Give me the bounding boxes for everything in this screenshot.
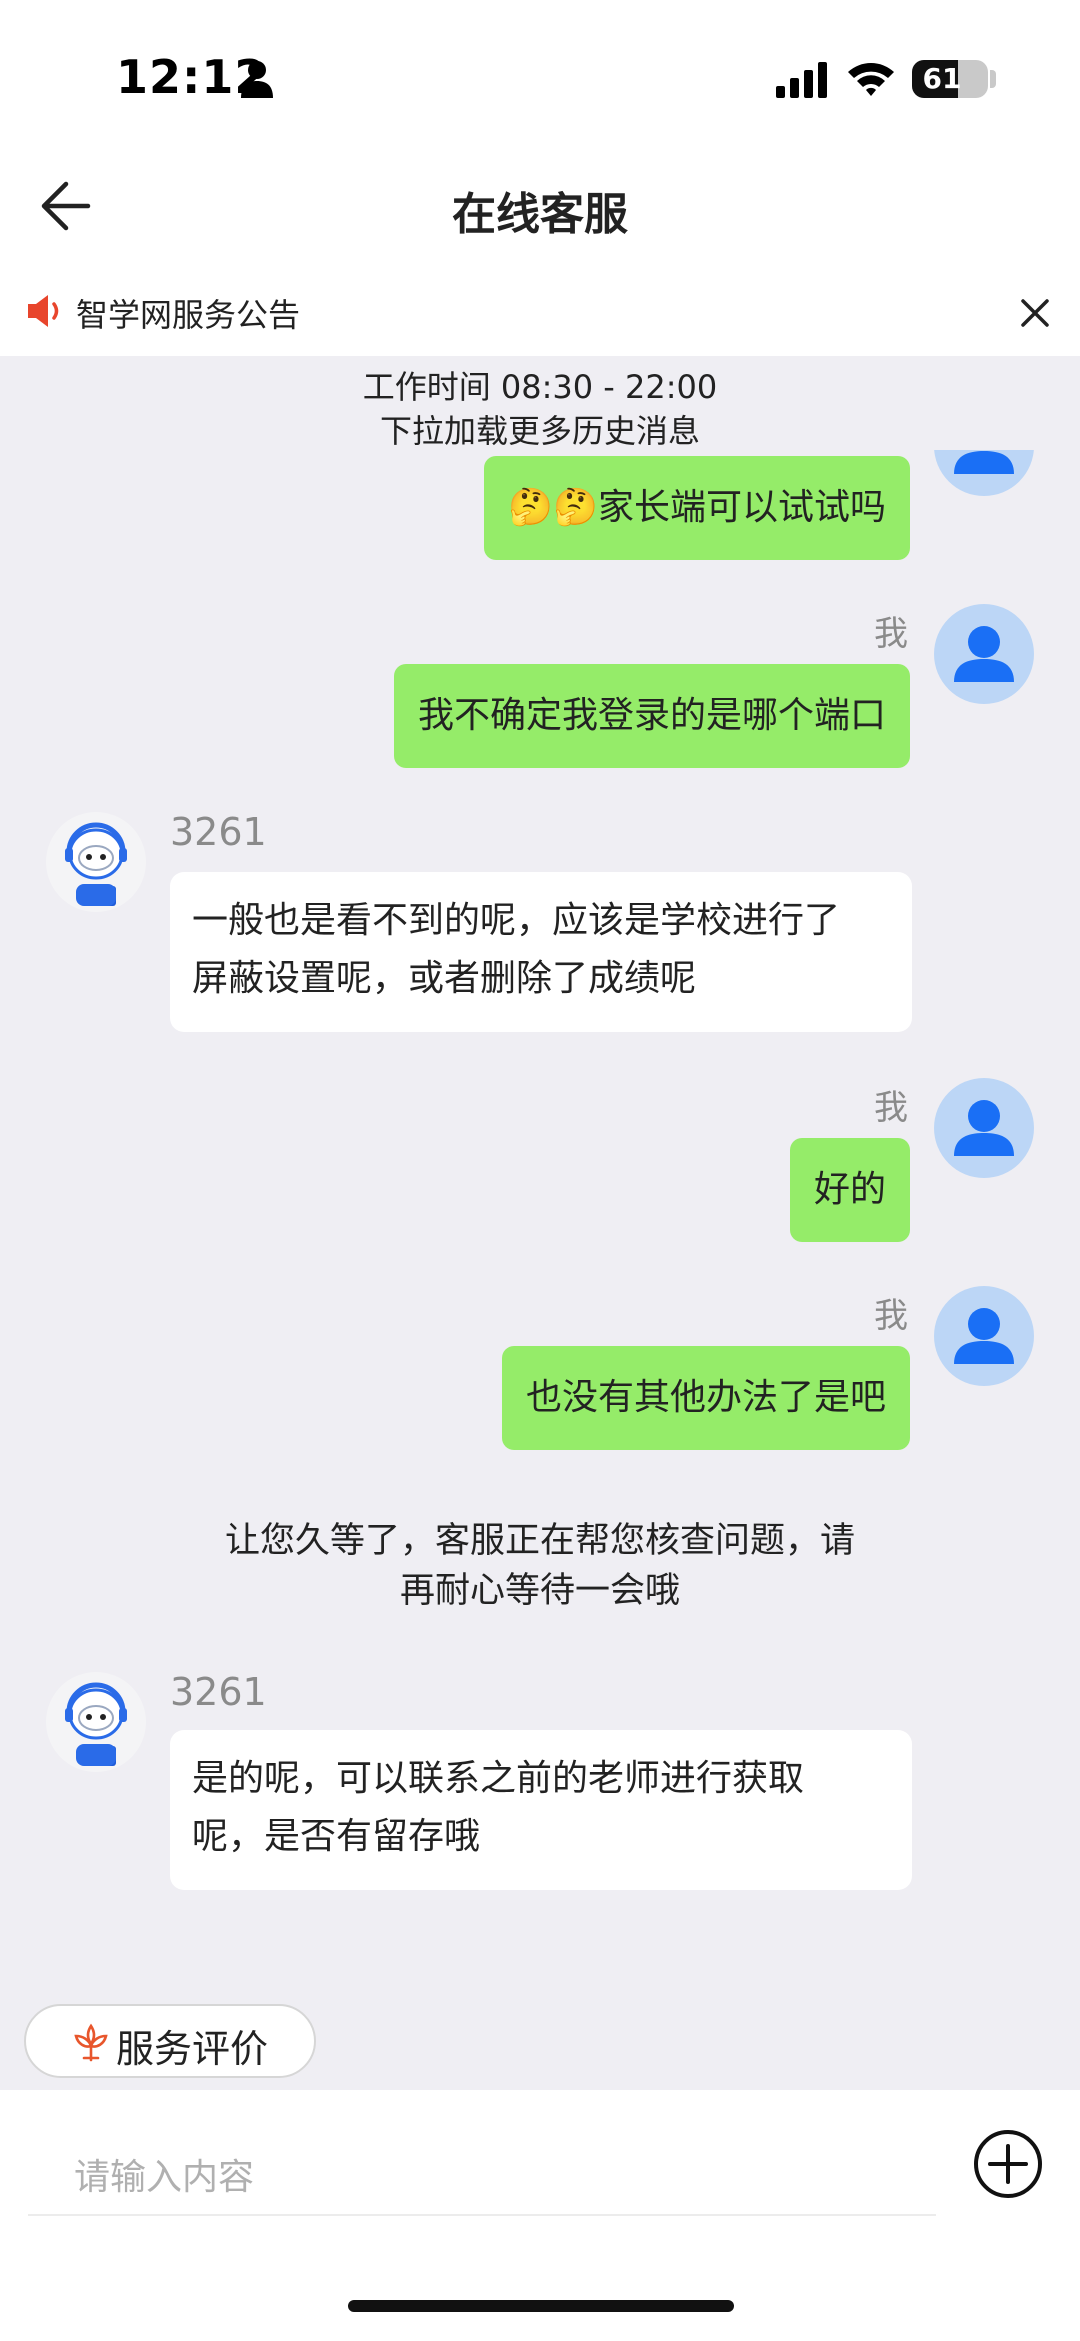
system-notice-line: 再耐心等待一会哦 (399, 1571, 680, 1611)
message-bubble[interactable]: 是的呢，可以联系之前的老师进行获取 呢，是否有留存哦 (170, 1730, 912, 1890)
notice-bar[interactable]: 智学网服务公告 (0, 270, 1080, 356)
robot-agent-icon (46, 1672, 146, 1772)
avatar (934, 1078, 1034, 1178)
speaker-icon (28, 295, 59, 327)
message-bubble[interactable]: 好的 (789, 1138, 910, 1242)
battery-icon: 61 (912, 60, 988, 98)
nav-bar: 在线客服 (0, 150, 1080, 270)
service-rating-label: 服务评价 (116, 2027, 269, 2071)
user-avatar-icon (934, 604, 1034, 704)
message-input[interactable]: 请输入内容 (28, 2096, 936, 2216)
home-indicator[interactable] (348, 2300, 734, 2312)
message-line: 一般也是看不到的呢，应该是学校进行了 (192, 900, 841, 941)
person-icon (241, 61, 273, 98)
sender-name: 我 (874, 614, 908, 654)
sender-name: 3261 (170, 1670, 267, 1714)
message-bubble[interactable]: 一般也是看不到的呢，应该是学校进行了 屏蔽设置呢，或者删除了成绩呢 (170, 872, 912, 1032)
battery-cap (990, 70, 996, 88)
flower-icon (74, 2023, 108, 2062)
robot-agent-icon (46, 812, 146, 912)
status-bar: 12:12 61 (0, 0, 1080, 150)
sender-name: 我 (874, 1296, 908, 1336)
avatar (934, 450, 1034, 496)
battery-level: 61 (922, 62, 962, 95)
signal-icon (776, 62, 827, 98)
load-history-text[interactable]: 下拉加载更多历史消息 (0, 406, 1080, 452)
avatar (934, 604, 1034, 704)
message-line: 屏蔽设置呢，或者删除了成绩呢 (192, 958, 697, 999)
avatar (934, 1286, 1034, 1386)
notice-text: 智学网服务公告 (76, 296, 301, 334)
sender-name: 3261 (170, 810, 267, 854)
message-line: 是的呢，可以联系之前的老师进行获取 (192, 1758, 805, 1799)
system-notice-line: 让您久等了，客服正在帮您核查问题，请 (224, 1521, 855, 1561)
working-hours-text: 工作时间 08:30 - 22:00 (362, 368, 718, 406)
user-avatar-icon (934, 1286, 1034, 1386)
sender-name: 我 (874, 1088, 908, 1128)
message-bubble[interactable]: 也没有其他办法了是吧 (501, 1346, 910, 1450)
message-bubble[interactable]: 我不确定我登录的是哪个端口 (393, 664, 910, 768)
avatar (46, 1672, 146, 1772)
page-title: 在线客服 (452, 189, 628, 240)
message-bubble[interactable]: 🤔🤔家长端可以试试吗 (484, 456, 910, 560)
wifi-icon (848, 63, 894, 96)
user-avatar-icon (934, 1078, 1034, 1178)
input-placeholder: 请输入内容 (74, 2157, 255, 2198)
plus-circle-icon[interactable] (972, 2128, 1044, 2200)
user-avatar-icon (934, 450, 1034, 496)
service-rating-button[interactable]: 服务评价 (24, 2004, 316, 2078)
message-line: 呢，是否有留存哦 (192, 1816, 481, 1857)
avatar (46, 812, 146, 912)
close-icon[interactable] (1018, 296, 1052, 330)
